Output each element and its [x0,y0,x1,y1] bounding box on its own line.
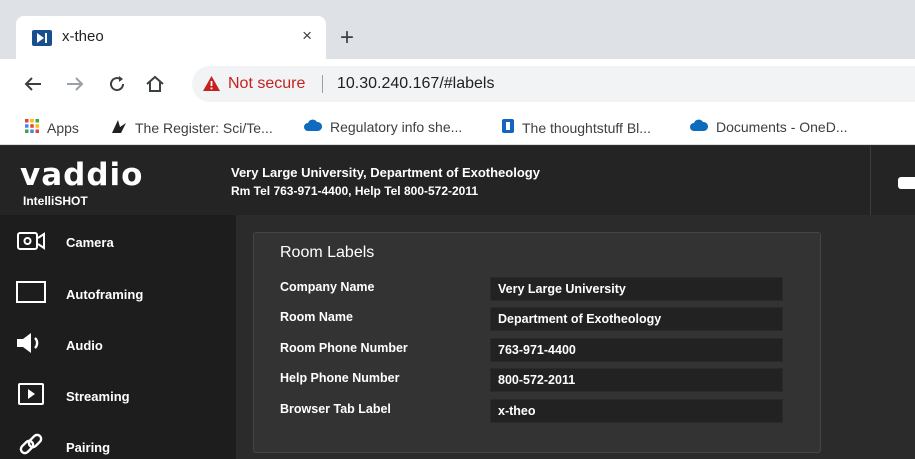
room-phone-label: Room Phone Number [280,341,408,355]
vaddio-favicon-icon [32,30,52,46]
help-phone-row: Help Phone Number [254,368,822,392]
company-name-row: Company Name [254,277,822,301]
header-phone-line: Rm Tel 763-971-4400, Help Tel 800-572-20… [231,184,479,198]
app-header: vaddio IntelliSHOT Very Large University… [0,146,915,215]
home-icon[interactable] [144,73,166,95]
bookmark-label: Documents - OneD... [716,118,848,135]
cloud-icon [303,118,323,135]
bookmark-thoughtstuff[interactable]: The thoughtstuff Bl... [501,118,651,137]
vaddio-logo: vaddio [20,157,192,193]
bookmark-label: The Register: Sci/Te... [135,119,273,136]
sidebar-item-label: Streaming [66,389,130,404]
browser-toolbar: Not secure 10.30.240.167/#labels [0,59,915,109]
browser-tab-strip: x-theo × + [0,0,915,59]
bookmark-blue-icon [501,118,515,137]
header-divider [870,146,871,215]
bookmark-apps[interactable]: Apps [24,118,79,137]
panel-title: Room Labels [280,244,375,261]
forward-arrow-icon[interactable] [64,73,86,95]
browser-tab-label-row: Browser Tab Label [254,399,822,423]
room-name-label: Room Name [280,310,353,324]
bookmark-label: Apps [47,119,79,136]
header-room-line: Very Large University, Department of Exo… [231,165,540,180]
camera-icon [16,228,46,254]
sidebar-item-label: Pairing [66,440,111,455]
register-icon [110,118,128,137]
sidebar-item-camera[interactable]: Camera [0,215,236,265]
bookmark-label: The thoughtstuff Bl... [522,119,651,136]
back-arrow-icon[interactable] [22,73,44,95]
speaker-icon [16,330,46,356]
apps-grid-icon [24,118,40,137]
help-phone-label: Help Phone Number [280,371,400,385]
browser-tab[interactable]: x-theo × [16,16,326,59]
browser-tab-label-field[interactable] [490,399,783,423]
main-content: Room Labels Company Name Room Name Room … [236,215,915,459]
address-separator [322,75,323,93]
play-icon [16,381,46,407]
tab-title: x-theo [62,28,104,45]
tab-close-icon[interactable]: × [302,27,312,45]
company-name-field[interactable] [490,277,783,301]
bookmark-regulatory-info[interactable]: Regulatory info she... [303,118,462,135]
bookmark-documents-onedrive[interactable]: Documents - OneD... [689,118,848,135]
product-name: IntelliSHOT [23,194,88,208]
url-text[interactable]: 10.30.240.167/#labels [337,75,494,93]
room-phone-field[interactable] [490,338,783,362]
browser-tab-label-label: Browser Tab Label [280,402,391,416]
bookmark-label: Regulatory info she... [330,118,463,135]
bookmarks-bar: Apps The Register: Sci/Te... Regulatory … [0,109,915,145]
sidebar-item-label: Camera [66,235,114,250]
link-icon [16,432,46,458]
not-secure-label[interactable]: Not secure [228,75,305,93]
sidebar: Camera Autoframing Audio Streaming Pairi… [0,215,236,459]
sidebar-item-label: Audio [66,338,103,353]
room-labels-panel: Room Labels Company Name Room Name Room … [253,232,821,453]
address-bar[interactable]: Not secure 10.30.240.167/#labels [192,66,915,102]
room-name-field[interactable] [490,307,783,331]
new-tab-button[interactable]: + [340,26,354,50]
frame-icon [16,279,46,305]
sidebar-item-pairing[interactable]: Pairing [0,419,236,459]
help-phone-field[interactable] [490,368,783,392]
reload-icon[interactable] [106,73,128,95]
warning-triangle-icon[interactable] [202,75,221,97]
company-name-label: Company Name [280,280,375,294]
header-menu-button[interactable] [898,177,915,189]
cloud-icon [689,118,709,135]
room-name-row: Room Name [254,307,822,331]
sidebar-item-label: Autoframing [66,287,144,302]
bookmark-the-register[interactable]: The Register: Sci/Te... [110,118,273,137]
room-phone-row: Room Phone Number [254,338,822,362]
sidebar-item-autoframing[interactable]: Autoframing [0,266,236,316]
sidebar-item-audio[interactable]: Audio [0,317,236,367]
vaddio-logo-text: vaddio [20,159,143,191]
sidebar-item-streaming[interactable]: Streaming [0,368,236,418]
